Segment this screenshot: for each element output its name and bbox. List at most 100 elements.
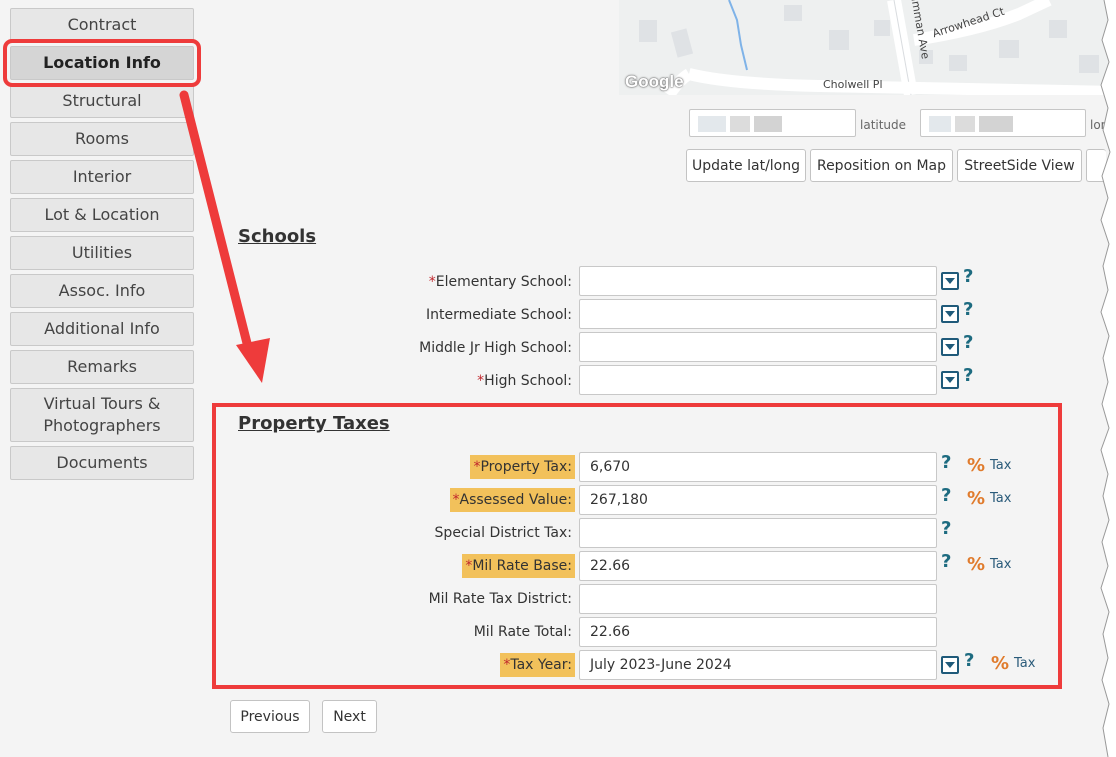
next-button[interactable]: Next [322, 700, 377, 733]
more-tools-button[interactable] [1086, 149, 1106, 182]
longitude-input[interactable] [920, 109, 1086, 137]
mil-rate-total-input[interactable]: 22.66 [579, 617, 937, 647]
field-label-text: Assessed Value: [459, 492, 572, 508]
redacted-value [698, 116, 726, 132]
help-icon[interactable]: ? [941, 485, 951, 506]
sidebar-item-rooms[interactable]: Rooms [10, 122, 194, 156]
sidebar-item-assoc-info[interactable]: Assoc. Info [10, 274, 194, 308]
sidebar-item-remarks[interactable]: Remarks [10, 350, 194, 384]
help-icon[interactable]: ? [963, 365, 973, 386]
field-label-text: Mil Rate Tax District: [428, 591, 572, 607]
field-label-text: High School: [484, 373, 572, 389]
sidebar-item-utilities[interactable]: Utilities [10, 236, 194, 270]
middle-jr-high-school-label: Middle Jr High School: [416, 336, 575, 360]
field-label-text: Mil Rate Total: [473, 624, 572, 640]
help-icon[interactable]: ? [964, 650, 974, 671]
field-label-text: Elementary School: [435, 274, 572, 290]
sidebar-item-label: Contract [67, 15, 137, 34]
sidebar-item-label: Virtual Tours & Photographers [43, 394, 161, 435]
sidebar-item-interior[interactable]: Interior [10, 160, 194, 194]
mil-rate-base-input[interactable]: 22.66 [579, 551, 937, 581]
field-label-text: Special District Tax: [434, 525, 572, 541]
update-lat-long-button[interactable]: Update lat/long [686, 149, 806, 182]
sidebar-item-label: Remarks [67, 357, 137, 376]
percent-icon[interactable]: % [967, 554, 985, 575]
property-tax-input[interactable]: 6,670 [579, 452, 937, 482]
mil-rate-tax-district-label: Mil Rate Tax District: [426, 587, 575, 611]
high-school-input[interactable] [579, 365, 937, 395]
sidebar-item-label: Utilities [71, 243, 133, 262]
tax-link[interactable]: Tax [990, 458, 1011, 473]
redacted-value [754, 116, 782, 132]
dropdown-icon[interactable] [941, 338, 959, 356]
streetside-view-button[interactable]: StreetSide View [957, 149, 1082, 182]
help-icon[interactable]: ? [941, 452, 951, 473]
redacted-value [955, 116, 975, 132]
longitude-label: lon [1090, 118, 1109, 132]
sidebar-item-contract[interactable]: Contract [10, 8, 194, 42]
help-icon[interactable]: ? [963, 332, 973, 353]
latitude-input[interactable] [689, 109, 856, 137]
percent-icon[interactable]: % [967, 455, 985, 476]
property-taxes-section-title: Property Taxes [238, 413, 390, 434]
mil-rate-total-label: Mil Rate Total: [471, 620, 575, 644]
sidebar-item-structural[interactable]: Structural [10, 84, 194, 118]
help-icon[interactable]: ? [941, 551, 951, 572]
sidebar-item-label: Lot & Location [44, 205, 160, 224]
google-logo: Google [625, 72, 684, 91]
tax-link[interactable]: Tax [990, 491, 1011, 506]
special-district-tax-input[interactable] [579, 518, 937, 548]
tax-link[interactable]: Tax [1014, 656, 1035, 671]
sidebar-item-label: Location Info [43, 53, 161, 72]
torn-edge-decoration [1100, 0, 1116, 757]
help-icon[interactable]: ? [963, 299, 973, 320]
help-icon[interactable]: ? [941, 518, 951, 539]
sidebar-item-documents[interactable]: Documents [10, 446, 194, 480]
mil-rate-base-label: *Mil Rate Base: [462, 554, 575, 578]
high-school-label: *High School: [474, 369, 575, 393]
sidebar-item-label: Documents [56, 453, 148, 472]
previous-button[interactable]: Previous [230, 700, 310, 733]
latitude-label: latitude [860, 118, 907, 132]
redacted-value [730, 116, 750, 132]
sidebar-item-label: Additional Info [44, 319, 160, 338]
field-label-text: Middle Jr High School: [419, 340, 572, 356]
sidebar-item-additional-info[interactable]: Additional Info [10, 312, 194, 346]
field-label-text: Mil Rate Base: [472, 558, 572, 574]
redacted-value [979, 116, 1013, 132]
reposition-on-map-button[interactable]: Reposition on Map [810, 149, 953, 182]
assessed-value-label: *Assessed Value: [449, 488, 575, 512]
help-icon[interactable]: ? [963, 266, 973, 287]
dropdown-icon[interactable] [941, 305, 959, 323]
location-map[interactable]: Arrowhead Ct Cholwell Pl umman Ave Googl… [619, 0, 1116, 95]
dropdown-icon[interactable] [941, 371, 959, 389]
assessed-value-input[interactable]: 267,180 [579, 485, 937, 515]
intermediate-school-label: Intermediate School: [423, 303, 575, 327]
special-district-tax-label: Special District Tax: [432, 521, 575, 545]
percent-icon[interactable]: % [967, 488, 985, 509]
sidebar-item-virtual-tours[interactable]: Virtual Tours & Photographers [10, 388, 194, 442]
dropdown-icon[interactable] [941, 656, 959, 674]
percent-icon[interactable]: % [991, 653, 1009, 674]
middle-jr-high-school-input[interactable] [579, 332, 937, 362]
sidebar-item-location-info[interactable]: Location Info [3, 39, 201, 87]
field-label-text: Tax Year: [510, 657, 572, 673]
sidebar-item-label: Rooms [75, 129, 129, 148]
field-label-text: Property Tax: [480, 459, 572, 475]
field-label-text: Intermediate School: [426, 307, 572, 323]
map-street-label: Cholwell Pl [823, 78, 883, 91]
required-marker: * [452, 492, 460, 508]
mil-rate-tax-district-input[interactable] [579, 584, 937, 614]
elementary-school-label: *Elementary School: [426, 270, 575, 294]
elementary-school-input[interactable] [579, 266, 937, 296]
property-tax-label: *Property Tax: [470, 455, 575, 479]
sidebar-item-lot-location[interactable]: Lot & Location [10, 198, 194, 232]
intermediate-school-input[interactable] [579, 299, 937, 329]
tax-year-input[interactable]: July 2023-June 2024 [579, 650, 937, 680]
dropdown-icon[interactable] [941, 272, 959, 290]
schools-section-title: Schools [238, 226, 317, 247]
tax-link[interactable]: Tax [990, 557, 1011, 572]
required-marker: * [428, 274, 436, 290]
sidebar-item-label: Assoc. Info [58, 281, 146, 300]
sidebar-nav: Contract Location Info Structural Rooms … [3, 8, 201, 484]
